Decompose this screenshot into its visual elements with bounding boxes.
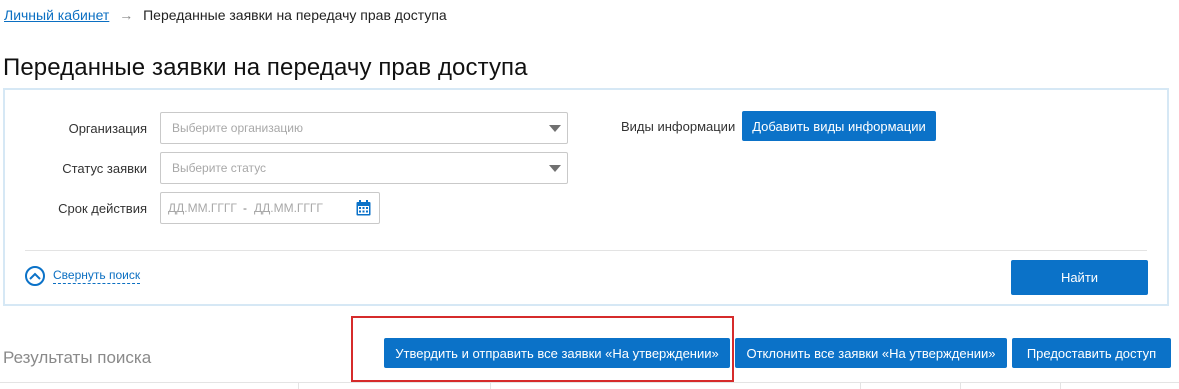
date-to-placeholder: ДД.ММ.ГГГГ [254, 201, 323, 215]
organization-label: Организация [68, 121, 147, 136]
date-from-placeholder: ДД.ММ.ГГГГ [168, 201, 237, 215]
organization-select[interactable]: Выберите организацию [160, 112, 568, 144]
table-column-divider [860, 383, 861, 389]
dropdown-arrow-icon [549, 165, 561, 172]
chevron-up-icon [25, 266, 45, 286]
status-placeholder: Выберите статус [172, 161, 267, 175]
results-title: Результаты поиска [3, 348, 152, 367]
period-date-range[interactable]: ДД.ММ.ГГГГ - ДД.ММ.ГГГГ [160, 192, 380, 224]
highlight-frame [351, 316, 734, 382]
arrow-right-icon: → [119, 7, 134, 23]
reject-all-button[interactable]: Отклонить все заявки «На утверждении» [735, 338, 1007, 368]
page-title: Переданные заявки на передачу прав досту… [3, 54, 528, 81]
breadcrumb: Личный кабинет → Переданные заявки на пе… [4, 7, 447, 23]
collapse-search-toggle[interactable]: Свернуть поиск [25, 266, 141, 286]
calendar-icon[interactable] [356, 200, 371, 216]
organization-placeholder: Выберите организацию [172, 121, 304, 135]
collapse-search-label: Свернуть поиск [53, 268, 141, 284]
breadcrumb-current: Переданные заявки на передачу прав досту… [143, 7, 447, 23]
table-column-divider [490, 383, 491, 389]
dropdown-arrow-icon [549, 125, 561, 132]
breadcrumb-link-personal-account[interactable]: Личный кабинет [4, 7, 109, 23]
info-types-label: Виды информации [621, 119, 736, 134]
table-column-divider [298, 383, 299, 389]
find-button[interactable]: Найти [1011, 260, 1148, 295]
status-label: Статус заявки [62, 161, 147, 176]
add-info-types-button[interactable]: Добавить виды информации [742, 111, 936, 141]
search-panel: Организация Выберите организацию Статус … [3, 88, 1169, 306]
grant-access-button[interactable]: Предоставить доступ [1012, 338, 1171, 368]
table-column-divider [1060, 383, 1061, 389]
panel-divider [25, 250, 1147, 251]
status-select[interactable]: Выберите статус [160, 152, 568, 184]
period-label: Срок действия [58, 201, 147, 216]
table-column-divider [960, 383, 961, 389]
date-separator: - [243, 201, 247, 215]
